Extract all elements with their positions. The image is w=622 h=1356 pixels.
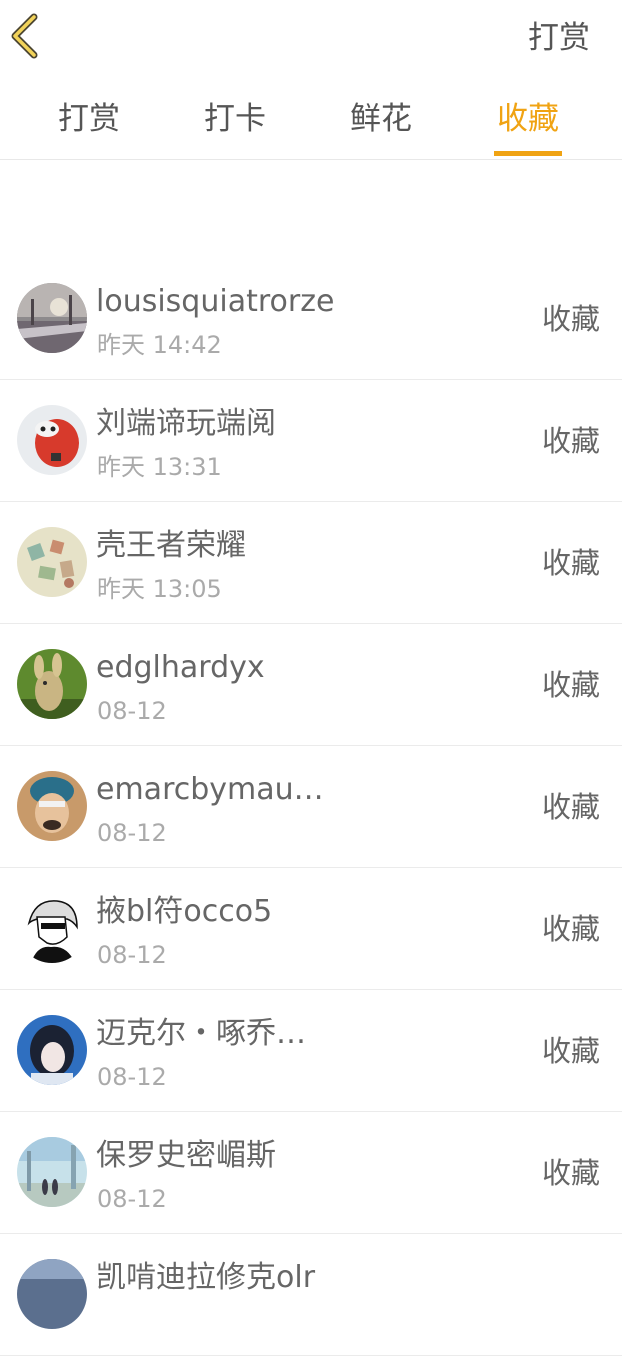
top-bar: 打赏 <box>0 0 622 82</box>
user-name: emarcbymau… <box>96 772 324 807</box>
tab-label: 打赏 <box>58 101 120 137</box>
tab-underline <box>494 151 562 156</box>
tab-label: 打卡 <box>204 101 266 137</box>
action-label: 收藏 <box>541 1034 600 1068</box>
user-name: edglhardyx <box>96 650 265 685</box>
list-item[interactable]: 掖bl符occo5 08-12 收藏 <box>0 868 622 990</box>
avatar[interactable] <box>17 893 87 963</box>
list-item[interactable]: emarcbymau… 08-12 收藏 <box>0 746 622 868</box>
user-name: 壳王者荣耀 <box>96 528 246 563</box>
action-label: 收藏 <box>541 912 600 946</box>
action-label: 收藏 <box>541 424 600 458</box>
avatar[interactable] <box>17 527 87 597</box>
timestamp: 08-12 <box>97 941 167 969</box>
avatar[interactable] <box>17 649 87 719</box>
timestamp: 08-12 <box>97 1063 167 1091</box>
user-name: 保罗史密嵋斯 <box>96 1138 276 1173</box>
user-name: 掖bl符occo5 <box>96 894 273 929</box>
avatar[interactable] <box>17 1137 87 1207</box>
tab-reward[interactable]: 打赏 <box>56 98 122 156</box>
list-item[interactable]: edglhardyx 08-12 收藏 <box>0 624 622 746</box>
list-item[interactable]: 凯啃迪拉修克olr <box>0 1234 622 1356</box>
list-item[interactable]: 壳王者荣耀 昨天 13:05 收藏 <box>0 502 622 624</box>
user-name: lousisquiatrorze <box>96 284 335 319</box>
avatar[interactable] <box>17 1015 87 1085</box>
tab-flowers[interactable]: 鲜花 <box>348 98 414 156</box>
action-label: 收藏 <box>541 668 600 702</box>
list-item[interactable]: 迈克尔・啄乔… 08-12 收藏 <box>0 990 622 1112</box>
reward-button[interactable]: 打赏 <box>528 18 590 58</box>
favorites-list: lousisquiatrorze 昨天 14:42 收藏 刘端谛玩端阅 昨天 1… <box>0 258 622 1356</box>
back-button[interactable] <box>4 12 46 64</box>
timestamp: 昨天 14:42 <box>97 331 222 359</box>
action-label: 收藏 <box>541 1156 600 1190</box>
action-label: 收藏 <box>541 790 600 824</box>
tab-favorites[interactable]: 收藏 <box>494 98 562 156</box>
timestamp: 08-12 <box>97 1185 167 1213</box>
timestamp: 昨天 13:31 <box>97 453 222 481</box>
user-name: 迈克尔・啄乔… <box>96 1016 306 1051</box>
timestamp: 08-12 <box>97 819 167 847</box>
action-label: 收藏 <box>541 302 600 336</box>
timestamp: 08-12 <box>97 697 167 725</box>
action-label: 收藏 <box>541 546 600 580</box>
avatar[interactable] <box>17 283 87 353</box>
timestamp: 昨天 13:05 <box>97 575 222 603</box>
tab-label: 鲜花 <box>350 101 412 137</box>
avatar[interactable] <box>17 771 87 841</box>
tab-checkin[interactable]: 打卡 <box>202 98 268 156</box>
user-name: 刘端谛玩端阅 <box>96 406 276 441</box>
list-item[interactable]: lousisquiatrorze 昨天 14:42 收藏 <box>0 258 622 380</box>
tab-bar: 打赏 打卡 鲜花 收藏 <box>0 82 622 160</box>
avatar[interactable] <box>17 405 87 475</box>
list-item[interactable]: 保罗史密嵋斯 08-12 收藏 <box>0 1112 622 1234</box>
avatar[interactable] <box>17 1259 87 1329</box>
chevron-left-icon <box>8 12 42 64</box>
list-item[interactable]: 刘端谛玩端阅 昨天 13:31 收藏 <box>0 380 622 502</box>
tab-label: 收藏 <box>497 101 559 137</box>
user-name: 凯啃迪拉修克olr <box>96 1260 316 1295</box>
